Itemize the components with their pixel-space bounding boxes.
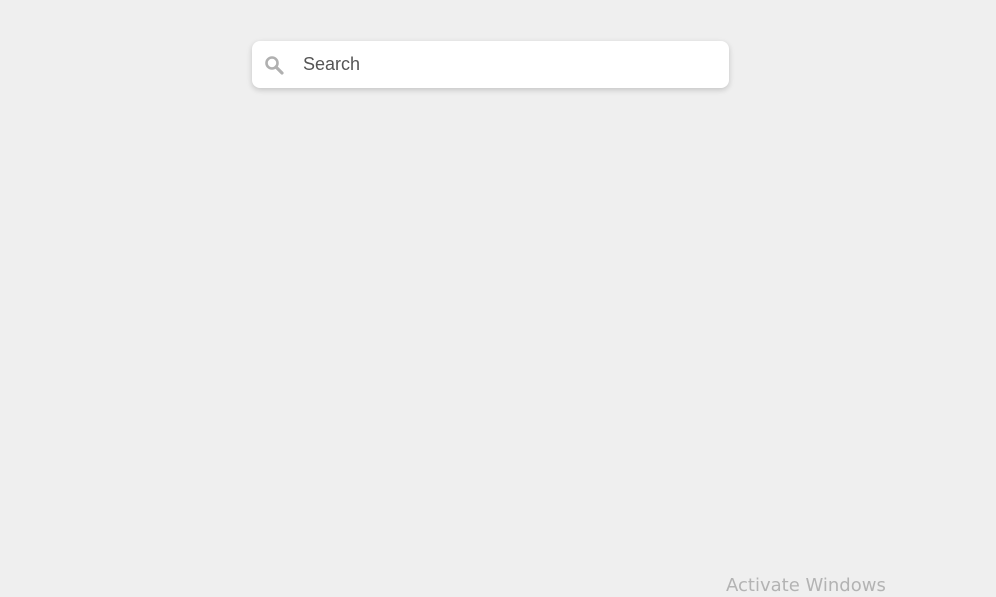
page: Activate Windows [0, 0, 996, 597]
search-icon[interactable] [264, 55, 284, 75]
search-bar[interactable] [252, 41, 729, 88]
activate-windows-watermark: Activate Windows [726, 575, 886, 596]
search-input[interactable] [303, 41, 713, 88]
